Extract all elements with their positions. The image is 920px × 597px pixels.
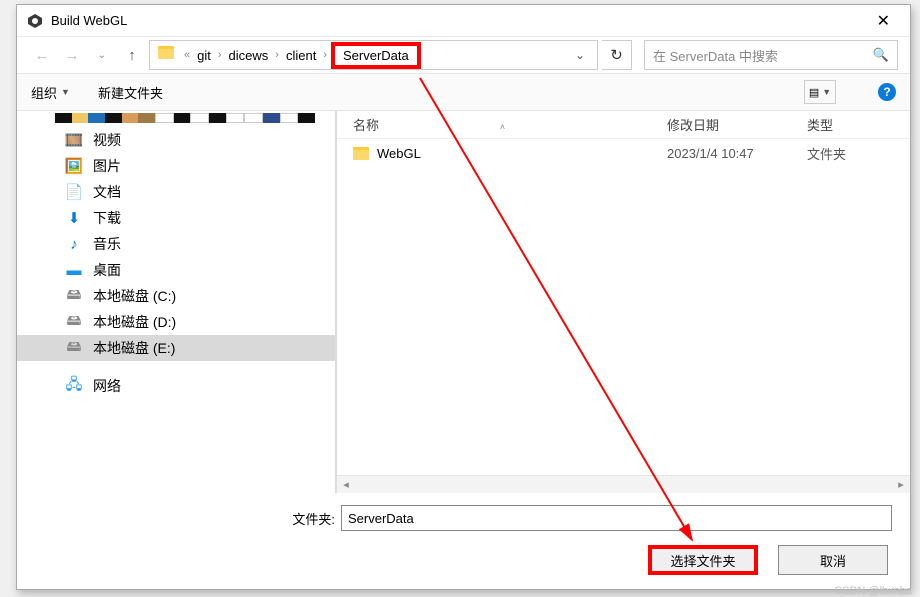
drive-icon: 🖴: [65, 310, 83, 335]
horizontal-scrollbar[interactable]: ◂▸: [337, 475, 910, 493]
folder-input[interactable]: [341, 505, 892, 531]
window-title: Build WebGL: [51, 13, 867, 28]
drive-icon: 🖴: [65, 284, 83, 309]
title-bar: Build WebGL ✕: [17, 5, 910, 37]
organize-menu[interactable]: 组织▼: [31, 83, 70, 102]
search-icon: 🔍: [873, 47, 889, 63]
nav-recent-button[interactable]: ⌄: [89, 42, 115, 68]
watermark: CSDN @lbxnba: [834, 585, 912, 597]
help-button[interactable]: ?: [878, 83, 896, 101]
file-list-pane: 名称 ˄ 修改日期 类型 WebGL 2023/1/4 10:47 文件夹 ◂▸: [337, 111, 910, 493]
file-row[interactable]: WebGL 2023/1/4 10:47 文件夹: [337, 139, 910, 167]
documents-icon: 📄: [65, 183, 83, 201]
cancel-button[interactable]: 取消: [778, 545, 888, 575]
chevron-right-icon: ›: [271, 49, 283, 61]
sidebar-item-documents[interactable]: 📄文档: [17, 179, 335, 205]
sort-asc-icon: ˄: [500, 122, 505, 132]
file-type: 文件夹: [807, 144, 910, 163]
sidebar-item-drive-c[interactable]: 🖴本地磁盘 (C:): [17, 283, 335, 309]
sidebar: 🎞️视频 🖼️图片 📄文档 ⬇下载 ♪音乐 ▬桌面 🖴本地磁盘 (C:) 🖴本地…: [17, 111, 337, 493]
drive-icon: 🖴: [65, 336, 83, 361]
chevron-right-icon: ›: [214, 49, 226, 61]
view-options-button[interactable]: ▤ ▼: [804, 80, 836, 104]
sidebar-item-drive-e[interactable]: 🖴本地磁盘 (E:): [17, 335, 335, 361]
breadcrumb-segment[interactable]: git: [194, 46, 214, 65]
pictures-icon: 🖼️: [65, 157, 83, 175]
folder-icon: [158, 46, 176, 64]
nav-up-button[interactable]: ↑: [119, 42, 145, 68]
close-button[interactable]: ✕: [867, 7, 900, 35]
col-type[interactable]: 类型: [807, 115, 910, 134]
file-modified: 2023/1/4 10:47: [667, 146, 807, 161]
desktop-icon: ▬: [65, 262, 83, 279]
breadcrumb-segment[interactable]: dicews: [226, 46, 272, 65]
downloads-icon: ⬇: [65, 209, 83, 227]
col-name[interactable]: 名称 ˄: [337, 115, 667, 134]
column-headers: 名称 ˄ 修改日期 类型: [337, 111, 910, 139]
folder-label: 文件夹:: [35, 509, 335, 528]
dialog-footer: 文件夹: 选择文件夹 取消: [17, 493, 910, 589]
col-modified[interactable]: 修改日期: [667, 115, 807, 134]
dialog-body: 🎞️视频 🖼️图片 📄文档 ⬇下载 ♪音乐 ▬桌面 🖴本地磁盘 (C:) 🖴本地…: [17, 111, 910, 493]
nav-row: ← → ⌄ ↑ « git › dicews › client › Server…: [17, 37, 910, 73]
nav-forward-button[interactable]: →: [59, 42, 85, 68]
new-folder-button[interactable]: 新建文件夹: [98, 83, 163, 102]
color-strip: [55, 113, 315, 123]
nav-back-button[interactable]: ←: [29, 42, 55, 68]
sidebar-item-music[interactable]: ♪音乐: [17, 231, 335, 257]
chevron-down-icon: ▼: [61, 87, 70, 97]
chevron-right-icon: «: [180, 49, 194, 61]
search-placeholder: 在 ServerData 中搜索: [653, 46, 873, 65]
sidebar-item-pictures[interactable]: 🖼️图片: [17, 153, 335, 179]
address-dropdown-icon[interactable]: ⌄: [569, 48, 591, 62]
music-icon: ♪: [65, 236, 83, 253]
sidebar-item-network[interactable]: 🖧网络: [17, 373, 335, 399]
sidebar-item-drive-d[interactable]: 🖴本地磁盘 (D:): [17, 309, 335, 335]
search-input[interactable]: 在 ServerData 中搜索 🔍: [644, 40, 898, 70]
refresh-button[interactable]: ↻: [602, 40, 632, 70]
file-name: WebGL: [377, 146, 421, 161]
sidebar-item-videos[interactable]: 🎞️视频: [17, 127, 335, 153]
chevron-right-icon: ›: [319, 49, 331, 61]
folder-icon: [353, 147, 369, 160]
toolbar: 组织▼ 新建文件夹 ▤ ▼ ?: [17, 73, 910, 111]
sidebar-item-downloads[interactable]: ⬇下载: [17, 205, 335, 231]
select-folder-button[interactable]: 选择文件夹: [648, 545, 758, 575]
dialog-window: Build WebGL ✕ ← → ⌄ ↑ « git › dicews › c…: [16, 4, 911, 590]
breadcrumb-segment[interactable]: client: [283, 46, 319, 65]
network-icon: 🖧: [65, 374, 83, 399]
app-icon: [27, 13, 43, 29]
chevron-down-icon: ▼: [822, 87, 831, 97]
video-icon: 🎞️: [65, 131, 83, 149]
sidebar-item-desktop[interactable]: ▬桌面: [17, 257, 335, 283]
address-bar[interactable]: « git › dicews › client › ServerData ⌄: [149, 40, 598, 70]
breadcrumb-current[interactable]: ServerData: [331, 42, 421, 69]
